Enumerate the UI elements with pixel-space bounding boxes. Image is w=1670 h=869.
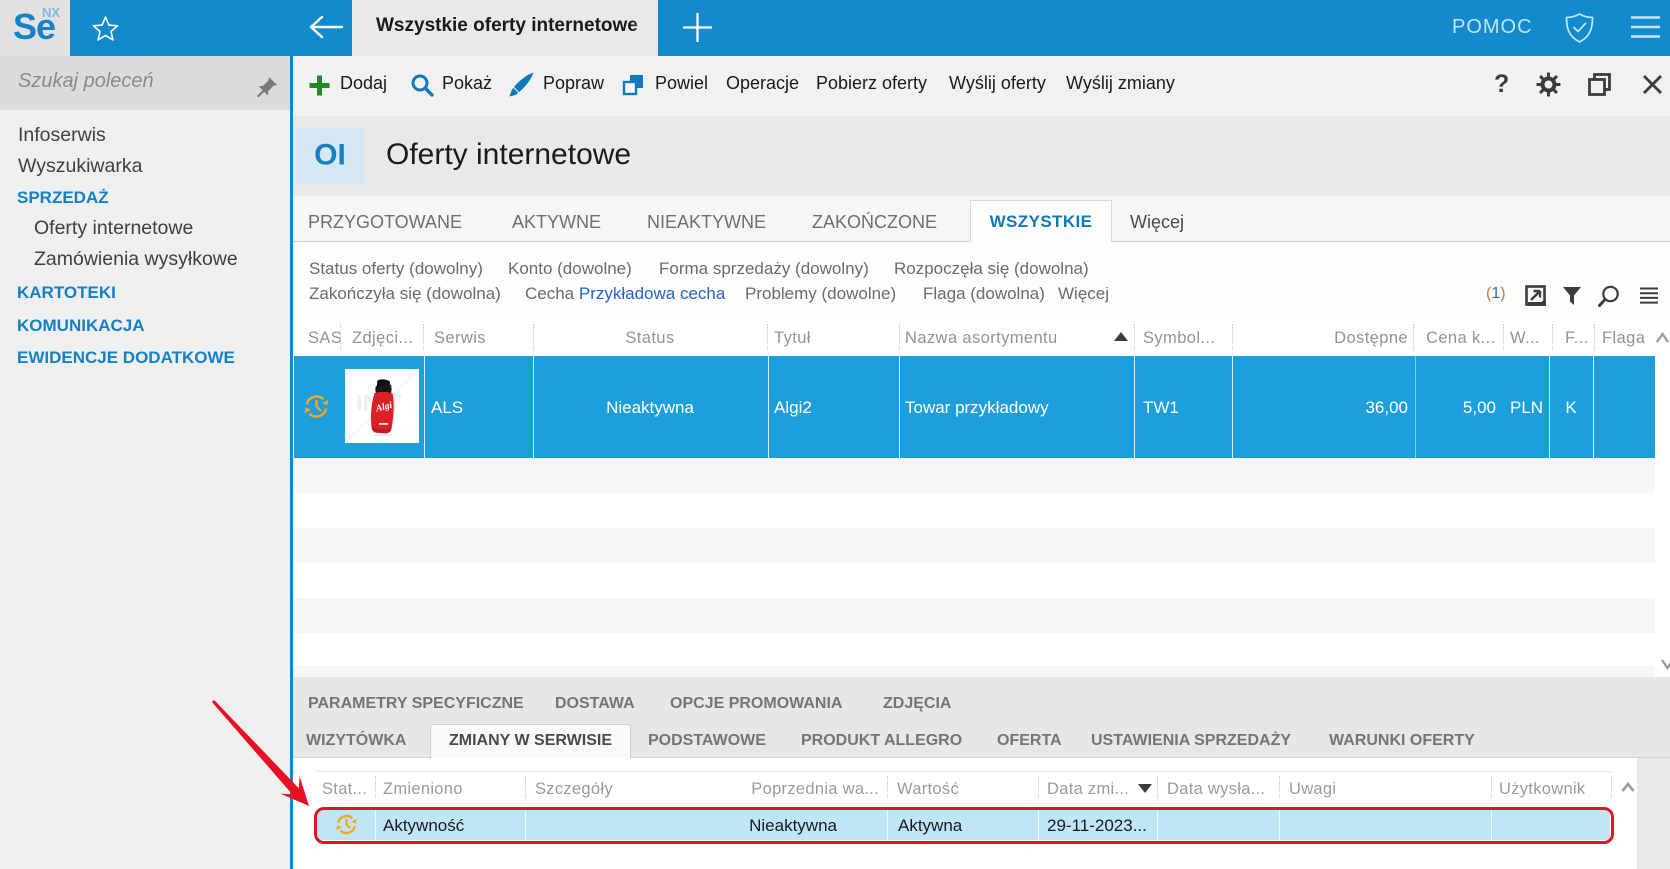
svg-text:?: ? [1494,70,1509,98]
